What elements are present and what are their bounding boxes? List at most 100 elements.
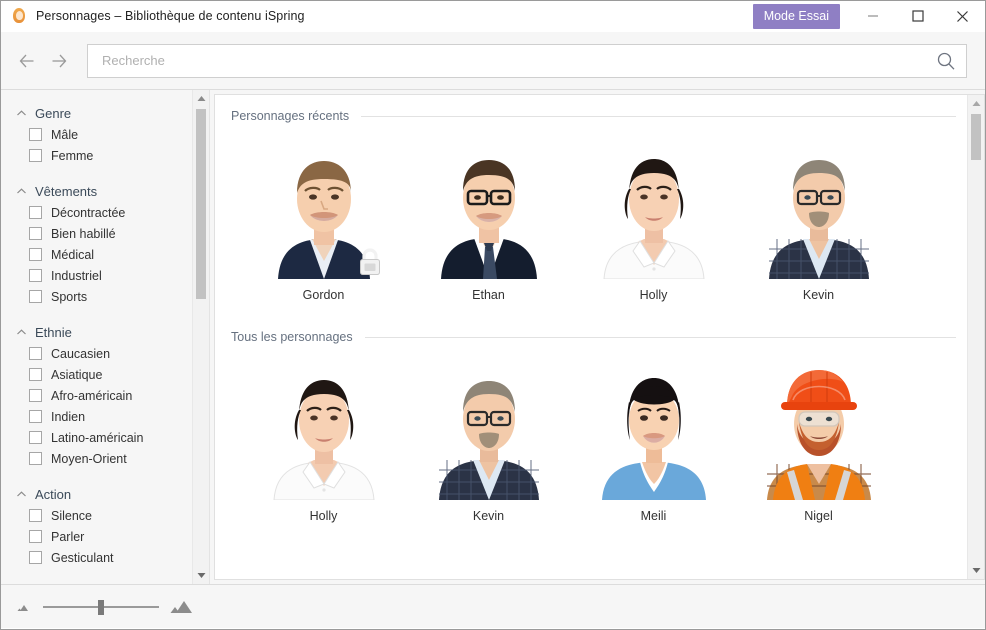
search-input[interactable] <box>100 52 932 69</box>
character-thumbnail[interactable] <box>412 360 565 500</box>
filter-group-header-ethnie[interactable]: Ethnie <box>1 321 209 343</box>
checkbox-icon[interactable] <box>29 347 42 360</box>
filter-option-male[interactable]: Mâle <box>1 124 209 145</box>
filter-option-industriel[interactable]: Industriel <box>1 265 209 286</box>
thumbnail-size-slider[interactable] <box>15 598 195 616</box>
filter-option-silence[interactable]: Silence <box>1 505 209 526</box>
forward-button[interactable] <box>43 45 75 77</box>
search-button[interactable] <box>932 47 960 75</box>
character-card-holly-all[interactable]: Holly <box>241 350 406 523</box>
checkbox-icon[interactable] <box>29 389 42 402</box>
gallery-scrollbar[interactable] <box>967 95 984 579</box>
filter-option-caucasien[interactable]: Caucasien <box>1 343 209 364</box>
checkbox-icon[interactable] <box>29 368 42 381</box>
toolbar <box>1 32 985 90</box>
scroll-up-arrow-icon <box>197 96 205 101</box>
character-name: Gordon <box>302 288 345 302</box>
checkbox-icon[interactable] <box>29 452 42 465</box>
maximize-icon <box>911 10 924 22</box>
checkbox-icon[interactable] <box>29 248 42 261</box>
character-card-gordon[interactable]: Gordon <box>241 129 406 302</box>
checkbox-icon[interactable] <box>29 269 42 282</box>
back-button[interactable] <box>11 45 43 77</box>
checkbox-icon[interactable] <box>29 149 42 162</box>
checkbox-icon[interactable] <box>29 530 42 543</box>
close-button[interactable] <box>940 1 985 32</box>
filter-option-indien[interactable]: Indien <box>1 406 209 427</box>
section-divider <box>361 115 956 117</box>
chevron-up-icon <box>15 185 27 197</box>
character-thumbnail[interactable] <box>247 139 400 279</box>
character-name: Kevin <box>802 288 835 302</box>
gallery-scroll-up-button[interactable] <box>968 95 984 112</box>
gallery-scroll-thumb[interactable] <box>971 114 981 160</box>
forward-arrow-icon <box>52 54 67 67</box>
portrait-woman-white-blouse <box>577 139 730 279</box>
character-thumbnail[interactable] <box>412 139 565 279</box>
checkbox-icon[interactable] <box>29 551 42 564</box>
character-card-ethan[interactable]: Ethan <box>406 129 571 302</box>
filter-group-vetements: Vêtements Décontractée Bien habillé Médi… <box>1 180 209 307</box>
minimize-button[interactable] <box>850 1 895 32</box>
character-grid-all: Holly Kevin Meili Nigel <box>231 350 956 523</box>
filter-option-bien-habille[interactable]: Bien habillé <box>1 223 209 244</box>
filter-option-gesticulant[interactable]: Gesticulant <box>1 547 209 568</box>
character-card-meili[interactable]: Meili <box>571 350 736 523</box>
filter-group-genre: Genre Mâle Femme <box>1 102 209 166</box>
filter-option-parler[interactable]: Parler <box>1 526 209 547</box>
character-name: Kevin <box>472 509 505 523</box>
filter-option-label: Caucasien <box>51 346 111 361</box>
sidebar-scroll-down-button[interactable] <box>193 567 209 584</box>
gallery-scroll-down-button[interactable] <box>968 562 984 579</box>
maximize-button[interactable] <box>895 1 940 32</box>
checkbox-icon[interactable] <box>29 290 42 303</box>
section-title: Personnages récents <box>231 109 350 123</box>
lock-icon <box>359 248 380 275</box>
character-name: Nigel <box>804 509 833 523</box>
filter-option-sports[interactable]: Sports <box>1 286 209 307</box>
slider-track[interactable] <box>43 599 159 615</box>
gallery-scroll-area: Personnages récents Gordon Ethan Holly K… <box>215 95 984 579</box>
character-thumbnail[interactable] <box>577 139 730 279</box>
character-card-nigel[interactable]: Nigel <box>736 350 901 523</box>
sidebar-scroll-thumb[interactable] <box>196 109 206 299</box>
character-card-holly[interactable]: Holly <box>571 129 736 302</box>
slider-thumb[interactable] <box>98 599 104 615</box>
filter-group-header-genre[interactable]: Genre <box>1 102 209 124</box>
checkbox-icon[interactable] <box>29 128 42 141</box>
trial-mode-badge[interactable]: Mode Essai <box>752 3 840 29</box>
filter-option-label: Bien habillé <box>51 226 116 241</box>
checkbox-icon[interactable] <box>29 227 42 240</box>
search-bar[interactable] <box>87 43 967 78</box>
character-thumbnail[interactable] <box>577 360 730 500</box>
character-card-kevin-all[interactable]: Kevin <box>406 350 571 523</box>
sidebar-scrollbar[interactable] <box>192 90 209 584</box>
filter-group-header-action[interactable]: Action <box>1 483 209 505</box>
filter-option-decontractee[interactable]: Décontractée <box>1 202 209 223</box>
filter-option-afro-americain[interactable]: Afro-américain <box>1 385 209 406</box>
character-card-kevin[interactable]: Kevin <box>736 129 901 302</box>
filter-group-header-vetements[interactable]: Vêtements <box>1 180 209 202</box>
character-thumbnail[interactable] <box>247 360 400 500</box>
checkbox-icon[interactable] <box>29 509 42 522</box>
checkbox-icon[interactable] <box>29 410 42 423</box>
filter-option-moyen-orient[interactable]: Moyen-Orient <box>1 448 209 469</box>
character-name: Holly <box>309 509 338 523</box>
status-bar <box>1 584 985 628</box>
checkbox-icon[interactable] <box>29 431 42 444</box>
character-thumbnail[interactable] <box>742 139 895 279</box>
large-thumbnail-icon[interactable] <box>169 598 195 616</box>
filter-group-title: Action <box>35 486 72 502</box>
checkbox-icon[interactable] <box>29 206 42 219</box>
character-name: Meili <box>640 509 667 523</box>
filter-option-asiatique[interactable]: Asiatique <box>1 364 209 385</box>
filter-option-medical[interactable]: Médical <box>1 244 209 265</box>
sidebar-scroll-up-button[interactable] <box>193 90 209 107</box>
filter-option-label: Afro-américain <box>51 388 133 403</box>
small-thumbnail-icon[interactable] <box>15 600 33 614</box>
character-thumbnail[interactable] <box>742 360 895 500</box>
filter-option-femme[interactable]: Femme <box>1 145 209 166</box>
filter-option-latino-americain[interactable]: Latino-américain <box>1 427 209 448</box>
scroll-down-arrow-icon <box>972 568 980 573</box>
